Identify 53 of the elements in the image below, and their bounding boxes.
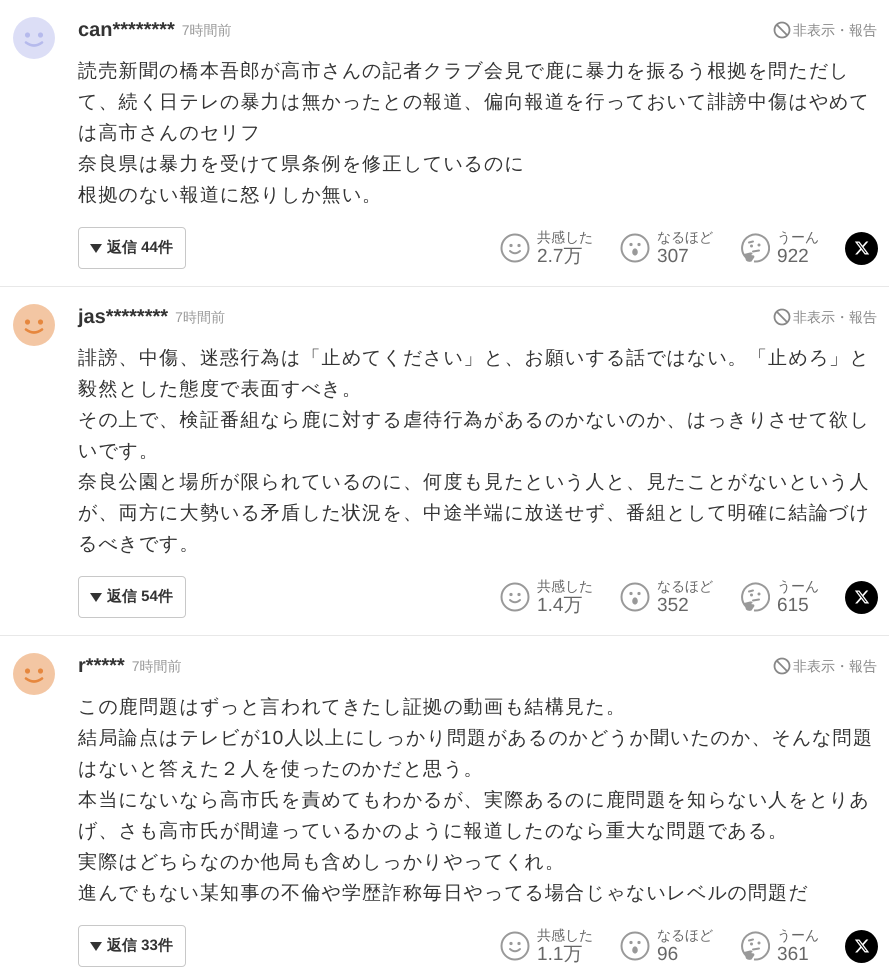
thinking-face-icon xyxy=(740,931,770,961)
comment-paragraph: 根拠のない報道に怒りしか無い。 xyxy=(78,184,384,208)
reaction-button[interactable]: うーん 922 xyxy=(740,228,819,268)
thinking-face-icon xyxy=(740,582,770,612)
ban-icon xyxy=(773,308,791,326)
replies-button[interactable]: 返信 33件 xyxy=(78,925,186,967)
smiley-face-icon xyxy=(500,582,530,612)
reaction-button[interactable]: 共感した 2.7万 xyxy=(500,228,593,268)
x-logo-icon xyxy=(854,938,870,954)
hide-report-link[interactable]: 非表示・報告 xyxy=(773,307,877,327)
surprised-face-icon xyxy=(620,931,650,961)
x-logo-icon xyxy=(854,240,870,256)
caret-down-icon xyxy=(90,244,102,252)
smiley-face-icon xyxy=(500,233,530,263)
comment-paragraph: 本当にないなら高市氏を責めてもわかるが、実際あるのに鹿問題を知らない人をとりあげ、さも高市氏が間違っているかのように報道したのなら重大な問題である。 xyxy=(78,789,871,844)
username: can******** xyxy=(78,18,175,43)
username: r***** xyxy=(78,654,125,679)
thinking-face-icon xyxy=(740,233,770,263)
hide-report-link[interactable]: 非表示・報告 xyxy=(773,656,877,676)
reaction-button[interactable]: なるほど 96 xyxy=(620,926,713,966)
comment-paragraph: その上で、検証番組なら鹿に対する虐待行為があるのかないのか、はっきりさせて欲しいです。 xyxy=(78,409,871,464)
reaction-button[interactable]: なるほど 307 xyxy=(620,228,713,268)
comment-paragraph: 結局論点はテレビが10人以上にしっかり問題があるのかどうか聞いたのか、そんな問題はないと答えた２人を使ったのかだと思う。 xyxy=(78,727,874,782)
hide-report-link[interactable]: 非表示・報告 xyxy=(773,20,877,40)
replies-button[interactable]: 返信 44件 xyxy=(78,227,186,269)
reaction-button[interactable]: 共感した 1.1万 xyxy=(500,926,593,966)
username: jas******** xyxy=(78,305,168,330)
x-share-button[interactable] xyxy=(845,930,878,962)
surprised-face-icon xyxy=(620,582,650,612)
ban-icon xyxy=(773,21,791,39)
timestamp: 7時間前 xyxy=(132,657,182,676)
replies-button[interactable]: 返信 54件 xyxy=(78,576,186,618)
comment-paragraph: 奈良県は暴力を受けて県条例を修正しているのに xyxy=(78,153,526,177)
caret-down-icon xyxy=(90,592,102,602)
reaction-button[interactable]: うーん 361 xyxy=(740,926,819,966)
reaction-button[interactable]: 共感した 1.4万 xyxy=(500,577,593,617)
x-logo-icon xyxy=(854,589,870,605)
timestamp: 7時間前 xyxy=(175,308,225,327)
comment-paragraph: 奈良公園と場所が限られているのに、何度も見たという人と、見たことがないという人が、両方に大勢いる矛盾した状況を、中途半端に放送せず、番組として明確に結論づけるべきです。 xyxy=(78,471,871,557)
reaction-button[interactable]: うーん 615 xyxy=(740,577,819,617)
ban-icon xyxy=(773,657,791,675)
comment-paragraph: 実際はどちらなのか他局も含めしっかりやってくれ。 xyxy=(78,851,566,875)
comment-paragraph: 進んでもない某知事の不倫や学歴詐称毎日やってる場合じゃないレベルの問題だ xyxy=(78,882,810,906)
timestamp: 7時間前 xyxy=(182,21,232,40)
comment-paragraph: この鹿問題はずっと言われてきたし証拠の動画も結構見た。 xyxy=(78,696,628,720)
comment-paragraph: 誹謗、中傷、迷惑行為は「止めてください」と、お願いする話ではない。「止めろ」と毅然とした態度で表面すべき。 xyxy=(78,347,871,402)
x-share-button[interactable] xyxy=(845,580,878,614)
caret-down-icon xyxy=(90,942,102,950)
x-share-button[interactable] xyxy=(845,232,878,264)
reaction-button[interactable]: なるほど 352 xyxy=(620,577,713,617)
comment-paragraph: 読売新聞の橋本吾郎が高市さんの記者クラブ会見で鹿に暴力を振るう根拠を問ただして、続く日テレの暴力は無かったとの報道、偏向報道を行っておいて誹謗中傷はやめては高市さんのセリフ xyxy=(78,60,871,146)
smiley-face-icon xyxy=(500,931,530,961)
surprised-face-icon xyxy=(620,233,650,263)
